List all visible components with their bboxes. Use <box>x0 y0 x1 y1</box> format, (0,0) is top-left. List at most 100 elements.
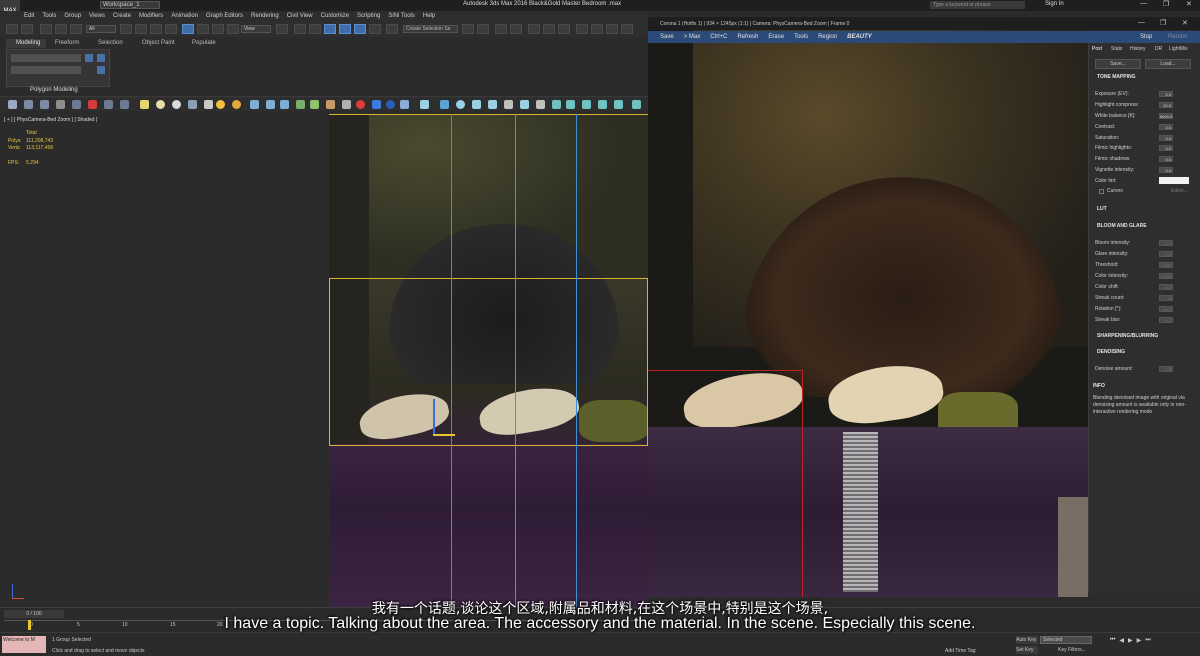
unlink-icon[interactable] <box>55 24 67 34</box>
toggle-ribbon-icon[interactable] <box>510 24 522 34</box>
key-mode-dropdown[interactable]: Selected <box>1040 636 1092 644</box>
render-production-icon[interactable] <box>606 24 618 34</box>
menu-help[interactable]: Help <box>423 13 435 19</box>
menu-views[interactable]: Views <box>89 13 105 19</box>
spinner-snap-icon[interactable] <box>369 24 381 34</box>
exposure-input[interactable]: 2.0 <box>1159 91 1173 97</box>
shaded-viewport[interactable] <box>329 114 648 607</box>
tab-freeform[interactable]: Freeform <box>55 40 79 46</box>
align-icon[interactable] <box>477 24 489 34</box>
dots-icon[interactable] <box>420 100 429 109</box>
set-key-button[interactable]: Set Key <box>1016 646 1038 654</box>
auto-key-button[interactable]: Auto Key <box>1016 636 1038 644</box>
color-shift-input[interactable]: 0.0 <box>1159 284 1173 290</box>
sun-light-icon[interactable] <box>216 100 225 109</box>
select-by-name-icon[interactable] <box>135 24 147 34</box>
curve-editor-icon[interactable] <box>528 24 540 34</box>
manipulate-icon[interactable] <box>294 24 306 34</box>
previous-frame-icon[interactable]: ◀ <box>1119 637 1124 644</box>
saturation-input[interactable]: 0.0 <box>1159 135 1173 141</box>
corona-minimize-icon[interactable]: — <box>1138 19 1145 26</box>
sun-icon[interactable] <box>156 100 165 109</box>
bloom-intensity-input[interactable]: 1.0 <box>1159 240 1173 246</box>
panel-tab-stats[interactable]: Stats <box>1111 46 1122 52</box>
highlight-compress-input[interactable]: 10.0 <box>1159 102 1173 108</box>
create-sphere-icon[interactable] <box>8 100 17 109</box>
select-and-move-icon[interactable] <box>182 24 194 34</box>
render-setup-icon[interactable] <box>576 24 588 34</box>
streak-blur-input[interactable]: 0.2 <box>1159 317 1173 323</box>
create-shape-icon[interactable] <box>56 100 65 109</box>
scatter-object-icon[interactable] <box>266 100 275 109</box>
select-and-scale-icon[interactable] <box>212 24 224 34</box>
render-elements-icon[interactable] <box>342 100 351 109</box>
corona-render-button[interactable]: Render <box>1168 34 1188 40</box>
menu-create[interactable]: Create <box>113 13 131 19</box>
contrast-input[interactable]: 2.0 <box>1159 124 1173 130</box>
white-balance-input[interactable]: 6000.0 <box>1159 113 1173 119</box>
flag-icon[interactable] <box>536 100 545 109</box>
panel-tab-lightmix[interactable]: LightMix <box>1169 46 1188 52</box>
light-bulb-icon[interactable] <box>232 100 241 109</box>
link-icon[interactable] <box>40 24 52 34</box>
viewport-label[interactable]: [ + ] [ PhysCamera-Bed Zoom ] [ Shaded ] <box>4 117 97 123</box>
create-box-icon[interactable] <box>24 100 33 109</box>
next-frame-icon[interactable]: ▶ <box>1137 637 1142 644</box>
cone-icon[interactable] <box>204 100 213 109</box>
menu-sini-tools[interactable]: SiNi Tools <box>388 13 415 19</box>
select-and-rotate-icon[interactable] <box>197 24 209 34</box>
polygon-modeling-label[interactable]: Polygon Modeling <box>30 87 78 93</box>
corona-save-button[interactable]: Save <box>660 34 674 40</box>
streak-count-input[interactable]: 3 <box>1159 295 1173 301</box>
tree-icon[interactable] <box>296 100 305 109</box>
pivot-center-icon[interactable] <box>276 24 288 34</box>
layer-icon[interactable] <box>104 100 113 109</box>
go-to-end-icon[interactable]: ⏭ <box>1145 637 1150 644</box>
tab-object-paint[interactable]: Object Paint <box>142 40 175 46</box>
maximize-icon[interactable]: ❐ <box>1163 0 1169 8</box>
sharpening-header[interactable]: SHARPENING/BLURRING <box>1097 333 1158 339</box>
add-time-tag-button[interactable]: Add Time Tag <box>945 648 975 654</box>
menu-edit[interactable]: Edit <box>24 13 34 19</box>
scatter-icon[interactable] <box>188 100 197 109</box>
target-icon[interactable] <box>582 100 591 109</box>
render-iterative-icon[interactable] <box>621 24 633 34</box>
cylinder-icon[interactable] <box>520 100 529 109</box>
redo-icon[interactable] <box>21 24 33 34</box>
select-object-icon[interactable] <box>120 24 132 34</box>
workspace-dropdown[interactable]: Workspace_1 <box>100 1 160 9</box>
point-icon[interactable] <box>456 100 465 109</box>
create-helper-icon[interactable] <box>72 100 81 109</box>
volume-icon[interactable] <box>372 100 381 109</box>
snaps-toggle-icon[interactable] <box>324 24 336 34</box>
menu-scripting[interactable]: Scripting <box>357 13 380 19</box>
window-crossing-icon[interactable] <box>165 24 177 34</box>
corona-stop-button[interactable]: Stop <box>1140 34 1152 40</box>
panel-tab-history[interactable]: History <box>1130 46 1146 52</box>
grid-icon[interactable] <box>488 100 497 109</box>
search-input[interactable]: Type a keyword or phrase <box>930 1 1025 9</box>
layer-explorer-icon[interactable] <box>495 24 507 34</box>
corona-maximize-icon[interactable]: ❐ <box>1160 19 1166 27</box>
corona-tools-button[interactable]: Tools <box>794 34 808 40</box>
denoising-header[interactable]: DENOISING <box>1097 349 1125 355</box>
panel-save-button[interactable]: Save... <box>1095 59 1141 69</box>
menu-animation[interactable]: Animation <box>171 13 198 19</box>
panel-tab-post[interactable]: Post <box>1092 46 1102 52</box>
mirror-icon[interactable] <box>462 24 474 34</box>
selection-filter-dropdown[interactable]: All <box>86 25 116 33</box>
rectangular-selection-icon[interactable] <box>150 24 162 34</box>
move-gizmo-y-axis[interactable] <box>433 399 435 435</box>
bitmap-icon[interactable] <box>400 100 409 109</box>
menu-tools[interactable]: Tools <box>42 13 56 19</box>
schematic-view-icon[interactable] <box>543 24 555 34</box>
undo-icon[interactable] <box>6 24 18 34</box>
percent-snap-icon[interactable] <box>354 24 366 34</box>
filmic-highlights-input[interactable]: 0.0 <box>1159 145 1173 151</box>
play-icon[interactable]: ▶ <box>1128 637 1133 644</box>
display-icon[interactable] <box>614 100 623 109</box>
tab-populate[interactable]: Populate <box>192 40 216 46</box>
camera-view-icon[interactable] <box>632 100 641 109</box>
tab-modeling[interactable]: Modeling <box>16 40 40 46</box>
omni-light-icon[interactable] <box>172 100 181 109</box>
